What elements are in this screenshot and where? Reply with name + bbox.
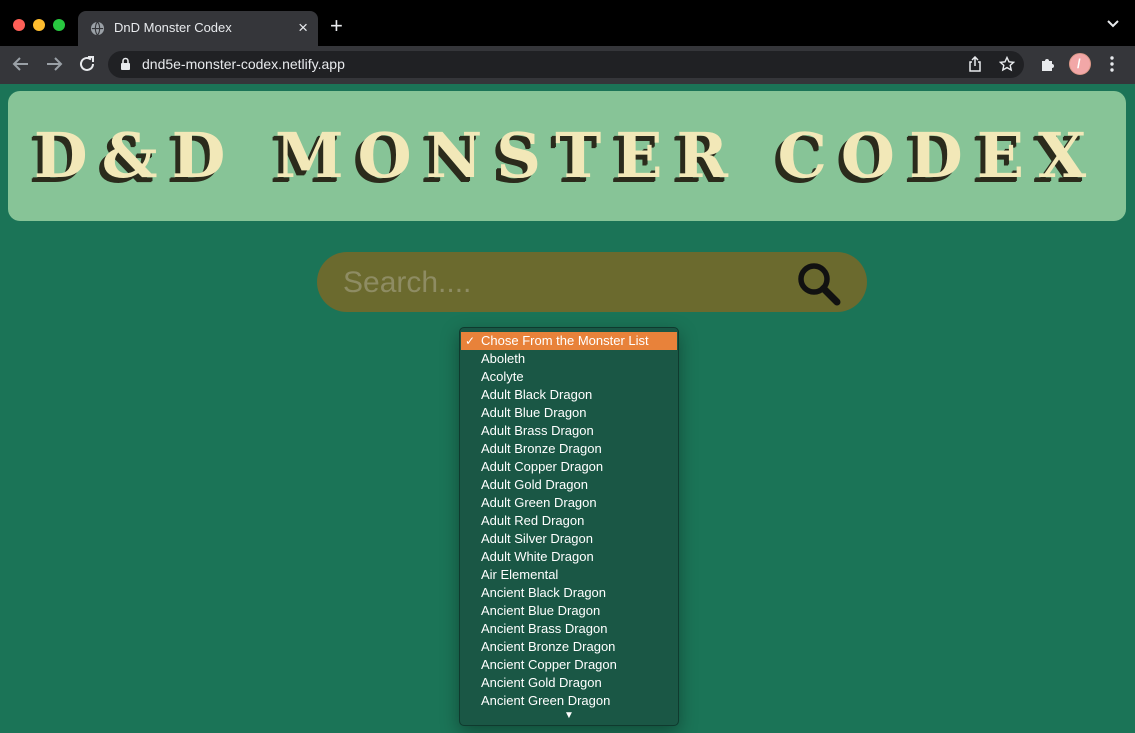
chevron-down-icon[interactable] [1107,20,1119,28]
back-arrow-icon[interactable] [12,55,30,73]
tab-close-button[interactable]: × [298,18,308,38]
minimize-window-button[interactable] [33,19,45,31]
search-icon[interactable] [795,261,843,307]
lock-icon [121,57,130,70]
avatar-glyph: / [1077,56,1081,71]
monster-select-dropdown[interactable]: ✓ Chose From the Monster List Aboleth Aco… [459,327,679,726]
monster-option[interactable]: Adult Gold Dragon [460,476,678,494]
monster-option[interactable]: Ancient Blue Dragon [460,602,678,620]
monster-option[interactable]: Acolyte [460,368,678,386]
checkmark-icon: ✓ [465,334,476,348]
globe-icon [90,21,105,36]
selected-option-label: Chose From the Monster List [481,333,649,348]
scroll-down-arrow-icon[interactable]: ▼ [460,710,678,721]
monster-option[interactable]: Adult Black Dragon [460,386,678,404]
monster-option[interactable]: Adult Red Dragon [460,512,678,530]
monster-option[interactable]: Ancient Green Dragon [460,692,678,710]
tab-title: DnD Monster Codex [114,20,232,35]
monster-option[interactable]: Ancient Copper Dragon [460,656,678,674]
monster-option[interactable]: Adult Brass Dragon [460,422,678,440]
more-menu-icon[interactable] [1110,56,1114,72]
header-banner: D&D MONSTER CODEX [8,91,1126,221]
browser-titlebar: DnD Monster Codex × + [0,0,1135,46]
browser-tab[interactable]: DnD Monster Codex × [78,11,318,46]
extensions-puzzle-icon[interactable] [1040,56,1056,72]
monster-option[interactable]: Adult Blue Dragon [460,404,678,422]
search-input[interactable] [341,262,785,304]
monster-option[interactable]: Adult Bronze Dragon [460,440,678,458]
selected-option[interactable]: ✓ Chose From the Monster List [461,332,677,350]
bookmark-star-icon[interactable] [999,56,1015,72]
reload-icon[interactable] [78,55,96,73]
profile-avatar[interactable]: / [1069,53,1091,75]
url-text: dnd5e-monster-codex.netlify.app [142,56,345,72]
share-icon[interactable] [968,56,982,72]
monster-option[interactable]: Ancient Gold Dragon [460,674,678,692]
new-tab-button[interactable]: + [330,15,343,37]
close-window-button[interactable] [13,19,25,31]
site-title: D&D MONSTER CODEX [33,119,1101,192]
monster-option[interactable]: Adult Green Dragon [460,494,678,512]
monster-option[interactable]: Adult Silver Dragon [460,530,678,548]
monster-option[interactable]: Aboleth [460,350,678,368]
address-bar[interactable]: dnd5e-monster-codex.netlify.app [108,51,1024,78]
monster-option-list: Aboleth Acolyte Adult Black Dragon Adult Bl… [460,350,678,710]
maximize-window-button[interactable] [53,19,65,31]
search-bar [317,252,867,312]
monster-option[interactable]: Ancient Black Dragon [460,584,678,602]
forward-arrow-icon[interactable] [45,55,63,73]
monster-option[interactable]: Ancient Bronze Dragon [460,638,678,656]
monster-option[interactable]: Adult White Dragon [460,548,678,566]
page-content: D&D MONSTER CODEX ✓ Chose From the Monst… [0,84,1135,733]
monster-option[interactable]: Air Elemental [460,566,678,584]
monster-option[interactable]: Ancient Brass Dragon [460,620,678,638]
monster-option[interactable]: Adult Copper Dragon [460,458,678,476]
